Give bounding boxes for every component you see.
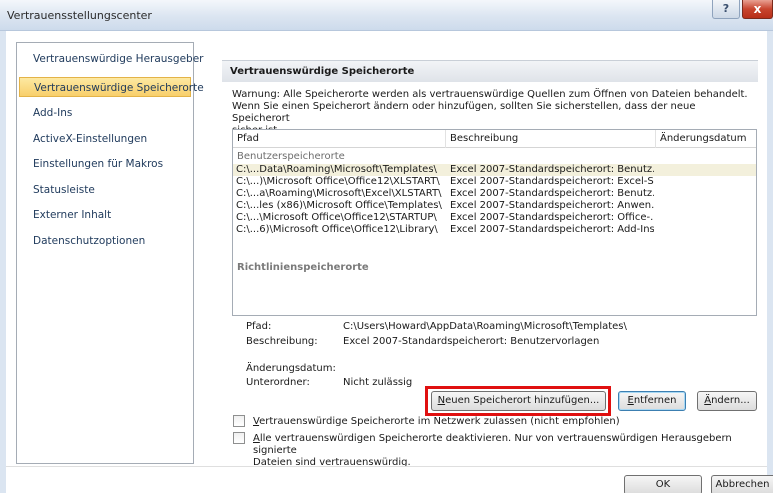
cancel-button[interactable]: Abbrechen xyxy=(711,475,773,493)
disable-all-label[interactable]: Alle vertrauenswürdigen Speicherorte dea… xyxy=(253,433,763,469)
section-title: Vertrauenswürdige Speicherorte xyxy=(222,60,758,82)
close-button[interactable]: x xyxy=(742,0,773,19)
column-header-date[interactable]: Änderungsdatum xyxy=(656,130,756,148)
help-button[interactable]: ? xyxy=(712,0,740,19)
add-location-accel: N xyxy=(437,395,446,406)
column-header-path[interactable]: Pfad xyxy=(233,130,446,148)
row-path: C:\...Data\Roaming\Microsoft\Templates\ xyxy=(236,164,437,175)
allow-network-checkbox[interactable] xyxy=(233,415,245,427)
disable-all-text: lle vertrauenswürdigen Speicherorte deak… xyxy=(253,433,732,456)
subfolders-label: Unterordner: xyxy=(246,377,310,388)
help-icon: ? xyxy=(722,2,730,15)
sidebar-item-external-content[interactable]: Externer Inhalt xyxy=(19,205,191,225)
close-icon: x xyxy=(753,2,762,16)
row-path: C:\...a\Roaming\Microsoft\Excel\XLSTART\ xyxy=(236,188,442,199)
table-row[interactable]: C:\...\Microsoft Office\Office12\STARTUP… xyxy=(233,212,756,224)
row-description: Excel 2007-Standardspeicherort: Anwen... xyxy=(450,200,654,211)
row-description: Excel 2007-Standardspeicherort: Benutz..… xyxy=(450,164,654,175)
row-description: Excel 2007-Standardspeicherort: Benutz..… xyxy=(450,188,654,199)
group-policy-locations: Richtlinienspeicherorte xyxy=(237,262,369,273)
description-value: Excel 2007-Standardspeicherort: Benutzer… xyxy=(343,336,600,347)
path-label: Pfad: xyxy=(246,321,272,332)
row-description: Excel 2007-Standardspeicherort: Office-.… xyxy=(450,212,654,223)
remove-label: ntfernen xyxy=(633,395,677,406)
disable-all-line1: Alle vertrauenswürdigen Speicherorte dea… xyxy=(253,433,763,457)
group-user-locations: Benutzerspeicherorte xyxy=(237,151,345,162)
subfolders-value: Nicht zulässig xyxy=(343,377,413,388)
add-location-label: euen Speicherort hinzufügen... xyxy=(445,395,600,406)
row-description: Excel 2007-Standardspeicherort: Excel-S.… xyxy=(450,176,654,187)
remove-button[interactable]: Entfernen xyxy=(618,391,686,411)
sidebar-item-trusted-locations[interactable]: Vertrauenswürdige Speicherorte xyxy=(19,77,204,97)
path-value: C:\Users\Howard\AppData\Roaming\Microsof… xyxy=(343,321,627,332)
warning-line: Wenn Sie einen Speicherort ändern oder h… xyxy=(232,101,696,124)
allow-network-text: ertrauenswürdige Speicherorte im Netzwer… xyxy=(259,416,620,427)
sidebar-item-privacy-options[interactable]: Datenschutzoptionen xyxy=(19,231,191,251)
row-path: C:\...)\Microsoft Office\Office12\XLSTAR… xyxy=(236,176,440,187)
table-row[interactable]: C:\...a\Roaming\Microsoft\Excel\XLSTART\… xyxy=(233,188,756,200)
date-label: Änderungsdatum: xyxy=(246,363,336,374)
sidebar: Vertrauenswürdige Herausgeber Vertrauens… xyxy=(16,42,204,464)
sidebar-item-add-ins[interactable]: Add-Ins xyxy=(19,103,191,123)
row-description: Excel 2007-Standardspeicherort: Add-Ins xyxy=(450,224,654,235)
sidebar-item-status-bar[interactable]: Statusleiste xyxy=(19,180,191,200)
disable-all-accel: A xyxy=(253,433,260,444)
title-bar: Vertrauensstellungscenter ? x xyxy=(0,0,773,31)
table-row[interactable]: C:\...Data\Roaming\Microsoft\Templates\ … xyxy=(233,164,756,176)
add-location-button[interactable]: Neuen Speicherort hinzufügen... xyxy=(431,391,606,411)
change-label: ndern... xyxy=(711,395,750,406)
description-label: Beschreibung: xyxy=(246,336,318,347)
row-path: C:\...les (x86)\Microsoft Office\Templat… xyxy=(236,200,442,211)
sidebar-item-trusted-publishers[interactable]: Vertrauenswürdige Herausgeber xyxy=(19,49,203,69)
table-row[interactable]: C:\...)\Microsoft Office\Office12\XLSTAR… xyxy=(233,176,756,188)
row-path: C:\...6)\Microsoft Office\Office12\Libra… xyxy=(236,224,438,235)
disable-all-checkbox[interactable] xyxy=(233,432,245,444)
warning-line: Warnung: Alle Speicherorte werden als ve… xyxy=(232,89,748,100)
table-row[interactable]: C:\...6)\Microsoft Office\Office12\Libra… xyxy=(233,224,756,236)
trusted-locations-list[interactable]: Pfad Beschreibung Änderungsdatum Benutze… xyxy=(232,129,757,316)
table-row[interactable]: C:\...les (x86)\Microsoft Office\Templat… xyxy=(233,200,756,212)
sidebar-item-macro-settings[interactable]: Einstellungen für Makros xyxy=(19,154,191,174)
allow-network-label[interactable]: Vertrauenswürdige Speicherorte im Netzwe… xyxy=(253,416,620,428)
change-button[interactable]: Ändern... xyxy=(697,391,757,411)
list-header: Pfad Beschreibung Änderungsdatum xyxy=(233,130,756,148)
window-title: Vertrauensstellungscenter xyxy=(7,9,152,22)
row-path: C:\...\Microsoft Office\Office12\STARTUP… xyxy=(236,212,437,223)
sidebar-item-activex[interactable]: ActiveX-Einstellungen xyxy=(19,129,191,149)
column-header-description[interactable]: Beschreibung xyxy=(446,130,656,148)
ok-button[interactable]: OK xyxy=(624,475,702,493)
